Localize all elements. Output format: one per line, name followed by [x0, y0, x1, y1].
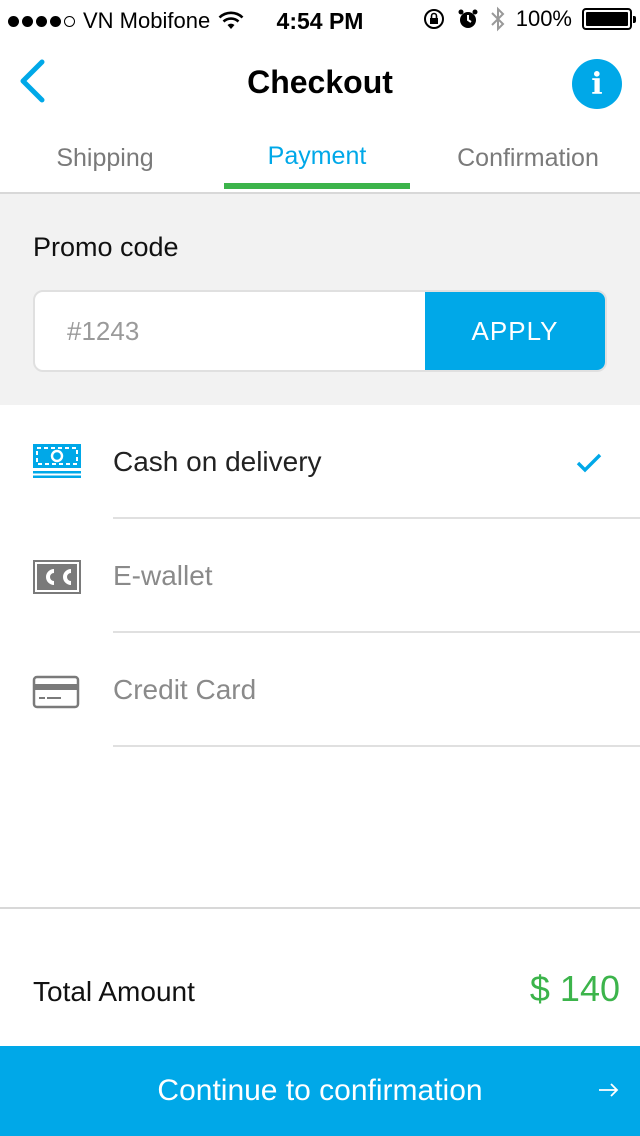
info-button[interactable]: i [572, 59, 622, 109]
payment-option-label: Credit Card [113, 674, 257, 705]
carrier-name: VN Mobifone [83, 8, 211, 33]
tab-confirmation[interactable]: Confirmation [430, 144, 626, 173]
status-right: 100% [422, 6, 636, 32]
payment-option-credit-card[interactable]: Credit Card [0, 633, 640, 747]
battery-icon [582, 8, 636, 30]
back-button[interactable] [12, 56, 52, 106]
credit-card-icon [32, 675, 80, 709]
status-left: VN Mobifone [8, 8, 244, 34]
alarm-icon [458, 9, 478, 28]
promo-code-input[interactable] [35, 292, 427, 370]
promo-section: Promo code APPLY [0, 194, 640, 405]
cc-icon [33, 560, 81, 594]
payment-option-cash[interactable]: Cash on delivery [0, 405, 640, 519]
tab-payment[interactable]: Payment [224, 142, 410, 171]
total-amount-value: $ 140 [529, 968, 620, 1009]
divider [113, 745, 640, 747]
battery-percentage: 100% [515, 6, 572, 31]
apply-button[interactable]: APPLY [425, 292, 605, 370]
nav-bar: Checkout i [0, 40, 640, 130]
payment-option-ewallet[interactable]: E-wallet [0, 519, 640, 633]
checkout-tabs: Shipping Payment Confirmation [0, 130, 640, 194]
arrow-right-icon [599, 1083, 619, 1097]
chevron-left-icon [20, 59, 45, 103]
payment-option-label: Cash on delivery [113, 446, 322, 477]
status-bar: VN Mobifone 4:54 PM 100% [0, 0, 640, 40]
payment-option-label: E-wallet [113, 560, 213, 591]
continue-button-label: Continue to confirmation [157, 1074, 483, 1107]
page-title: Checkout [247, 64, 393, 100]
checkmark-icon [576, 453, 602, 473]
info-icon: i [591, 66, 603, 102]
promo-label: Promo code [33, 232, 179, 262]
bluetooth-icon [491, 6, 505, 32]
tab-shipping[interactable]: Shipping [20, 144, 190, 173]
footer-divider [0, 907, 640, 909]
active-tab-indicator [224, 183, 410, 189]
cash-icon [33, 444, 81, 478]
signal-strength-icon [8, 15, 75, 27]
continue-button[interactable]: Continue to confirmation [0, 1046, 640, 1136]
wifi-icon [218, 11, 244, 29]
total-amount-label: Total Amount [33, 976, 195, 1007]
rotation-lock-icon [423, 9, 444, 29]
promo-box: APPLY [33, 290, 607, 372]
